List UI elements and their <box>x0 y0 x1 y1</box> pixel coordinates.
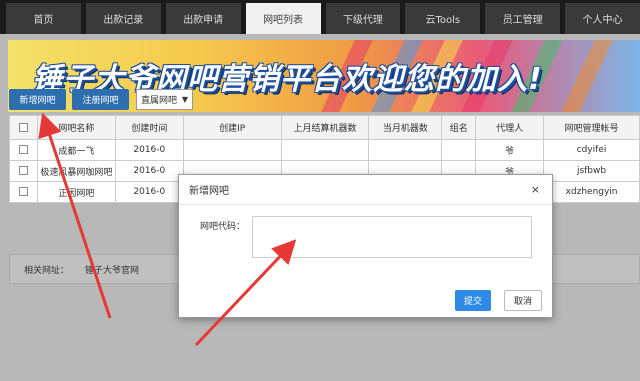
select-all-header[interactable] <box>9 115 38 140</box>
created-time: 2016-0 <box>114 160 184 182</box>
tab-cafe-list[interactable]: 网吧列表 <box>245 3 321 34</box>
col-current-machines: 当月机器数 <box>368 115 443 140</box>
cafe-code-input[interactable] <box>252 216 532 258</box>
table-header-row: 网吧名称 创建时间 创建IP 上月结算机器数 当月机器数 组名 代理人 网吧管理… <box>9 115 640 140</box>
agent-name: 爷 <box>475 139 545 161</box>
add-cafe-dialog: 新增网吧 × 网吧代码： 提交 取消 <box>178 174 553 318</box>
cafe-code-label: 网吧代码： <box>200 222 246 232</box>
cafe-type-select-value: 直属网吧 <box>141 96 178 106</box>
add-cafe-button[interactable]: 新增网吧 <box>9 89 66 110</box>
cafe-name: 极速风暴网咖网吧 <box>36 160 116 182</box>
submit-button[interactable]: 提交 <box>455 290 491 311</box>
select-all-checkbox[interactable] <box>18 122 28 132</box>
cancel-button[interactable]: 取消 <box>504 290 542 311</box>
tab-cloud-tools[interactable]: 云Tools <box>405 3 481 34</box>
current-machines <box>368 139 443 161</box>
dialog-title: 新增网吧 <box>189 186 229 197</box>
tab-sub-agents[interactable]: 下级代理 <box>325 3 401 34</box>
row-checkbox[interactable] <box>18 166 28 175</box>
cafe-account: cdyifei <box>543 139 640 161</box>
cafe-account: jsfbwb <box>543 160 640 182</box>
tab-payout-records[interactable]: 出款记录 <box>85 3 161 34</box>
top-nav: 首页 出款记录 出款申请 网吧列表 下级代理 云Tools 员工管理 个人中心 <box>0 0 640 34</box>
row-select-cell[interactable] <box>9 139 38 161</box>
related-label: 相关网址： <box>24 265 70 276</box>
created-ip <box>182 139 282 161</box>
col-created: 创建时间 <box>114 115 184 140</box>
close-icon[interactable]: × <box>531 183 540 196</box>
tab-staff[interactable]: 员工管理 <box>485 3 561 34</box>
group-name <box>441 139 477 161</box>
col-group: 组名 <box>441 115 477 140</box>
col-account: 网吧管理帐号 <box>543 115 640 140</box>
col-created-ip: 创建IP <box>182 115 282 140</box>
col-name: 网吧名称 <box>36 115 116 140</box>
cafe-type-select[interactable]: 直属网吧 ▼ <box>136 89 193 110</box>
table-row[interactable]: 成都一飞 2016-0 爷 cdyifei <box>9 139 640 161</box>
row-checkbox[interactable] <box>18 145 28 154</box>
cafe-account: xdzhengyin <box>543 181 640 203</box>
tab-personal-center[interactable]: 个人中心 <box>565 3 640 34</box>
tab-payout-request[interactable]: 出款申请 <box>165 3 241 34</box>
register-cafe-button[interactable]: 注册网吧 <box>72 89 129 110</box>
cafe-name: 成都一飞 <box>36 139 116 161</box>
dialog-header: 新增网吧 <box>179 175 552 205</box>
row-select-cell[interactable] <box>9 160 38 182</box>
row-select-cell[interactable] <box>9 181 38 203</box>
col-agent: 代理人 <box>475 115 545 140</box>
last-month-machines <box>280 139 370 161</box>
created-time: 2016-0 <box>114 181 184 203</box>
row-checkbox[interactable] <box>18 187 28 196</box>
tab-home[interactable]: 首页 <box>6 3 81 34</box>
col-last-month-machines: 上月结算机器数 <box>280 115 370 140</box>
official-site-link[interactable]: 锤子大爷官网 <box>85 263 139 276</box>
created-time: 2016-0 <box>114 139 184 161</box>
chevron-down-icon: ▼ <box>181 95 188 104</box>
cafe-name: 正因网吧 <box>36 181 116 203</box>
